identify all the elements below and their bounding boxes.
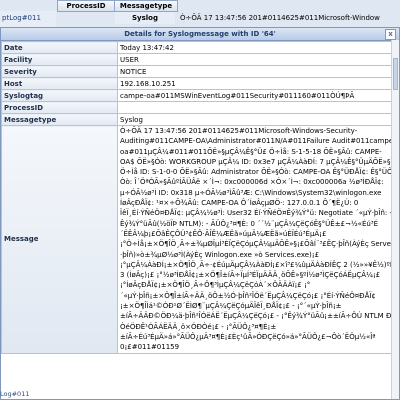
scrollbar-thumb[interactable] <box>393 58 398 90</box>
grid-row-message-preview[interactable]: Ò÷ÕÄ 17 13:47:56 201#0114625#011Microsof… <box>180 12 396 24</box>
close-icon[interactable]: x <box>385 29 396 40</box>
grid-row-left-label[interactable]: ptLog#011 <box>2 12 54 24</box>
detail-row-message: Message Ò÷ÕÄ 17 13:47:56 201#0114625#011… <box>1 125 399 354</box>
detail-row-host: Host 192.168.10.251 <box>1 77 399 90</box>
dialog-scrollbar[interactable] <box>391 40 399 399</box>
dialog-titlebar[interactable]: Details for Syslogmessage with ID '64' x <box>1 28 399 41</box>
detail-label: Message <box>1 125 118 354</box>
details-dialog: Details for Syslogmessage with ID '64' x… <box>0 27 400 400</box>
message-text: Ò÷ÕÄ 17 13:47:56 201#0114625#011Microsof… <box>120 127 396 352</box>
detail-value: Syslog <box>117 113 399 126</box>
detail-value: Today 13:47:42 <box>117 41 399 54</box>
detail-label: Host <box>1 77 118 90</box>
grid-bottom-label[interactable]: Log#011 <box>0 390 29 398</box>
detail-label: Syslogtag <box>1 89 118 102</box>
detail-row-processid: ProcessID <box>1 101 399 114</box>
detail-value <box>117 101 399 114</box>
detail-row-syslogtag: Syslogtag campe-oa#011MSWinEventLog#011S… <box>1 89 399 102</box>
details-table: Date Today 13:47:42 Facility USER Severi… <box>1 41 399 354</box>
detail-label: Messagetype <box>1 113 118 126</box>
detail-message-value: Ò÷ÕÄ 17 13:47:56 201#0114625#011Microsof… <box>117 125 399 354</box>
grid-row-messagetype[interactable]: Syslog <box>115 12 175 24</box>
detail-row-messagetype: Messagetype Syslog <box>1 113 399 126</box>
detail-value: NOTICE <box>117 65 399 78</box>
detail-label: Date <box>1 41 118 54</box>
detail-value: 192.168.10.251 <box>117 77 399 90</box>
dialog-title: Details for Syslogmessage with ID '64' <box>124 30 276 38</box>
detail-row-severity: Severity NOTICE <box>1 65 399 78</box>
detail-row-facility: Facility USER <box>1 53 399 66</box>
detail-label: Facility <box>1 53 118 66</box>
detail-value: USER <box>117 53 399 66</box>
detail-label: Severity <box>1 65 118 78</box>
grid-header-messagetype[interactable]: Messagetype <box>114 0 178 12</box>
detail-label: ProcessID <box>1 101 118 114</box>
grid-header-processid[interactable]: ProcessID <box>57 0 115 12</box>
detail-value: campe-oa#011MSWinEventLog#011Security#01… <box>117 89 399 102</box>
detail-row-date: Date Today 13:47:42 <box>1 41 399 54</box>
